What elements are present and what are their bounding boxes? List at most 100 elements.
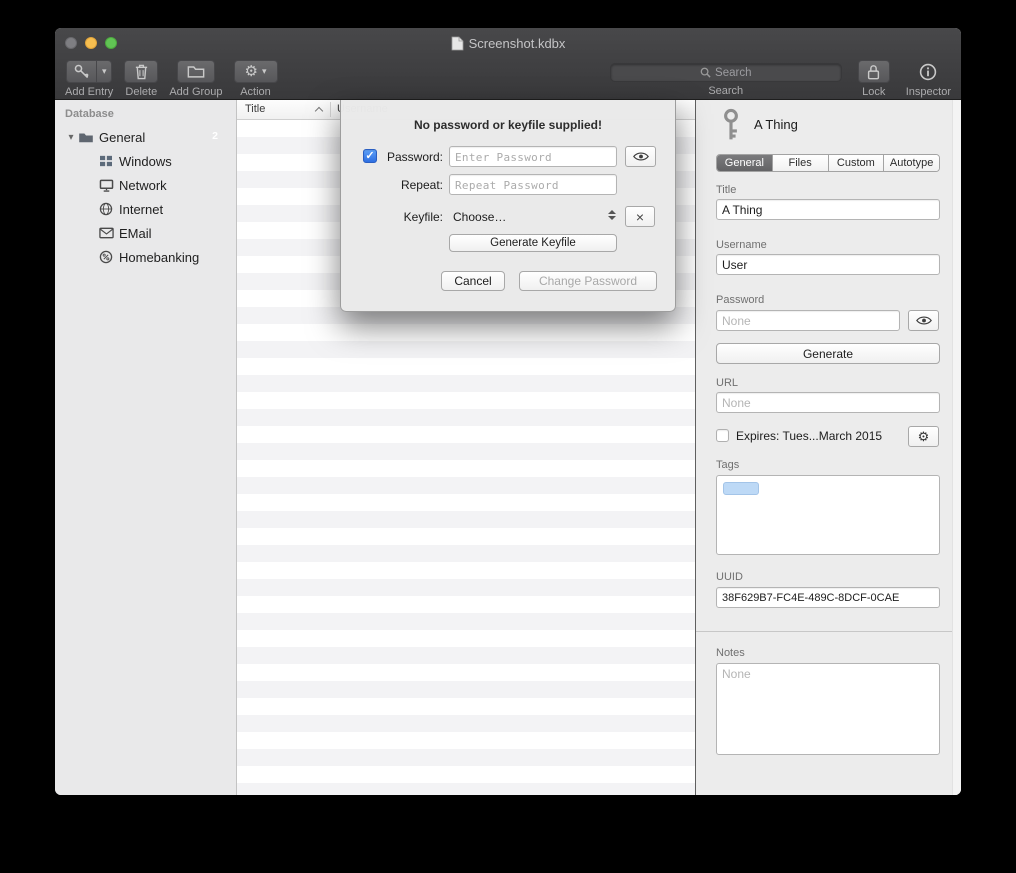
window-title: Screenshot.kdbx [469, 36, 566, 51]
inspector-item: Inspector [906, 60, 951, 98]
change-password-button[interactable]: Change Password [519, 271, 657, 291]
show-password-button[interactable] [625, 146, 656, 167]
sidebar-item-windows[interactable]: Windows [55, 150, 236, 172]
notes-field[interactable] [716, 663, 940, 755]
change-password-sheet: No password or keyfile supplied! ✓ Passw… [340, 100, 676, 312]
tab-autotype[interactable]: Autotype [884, 155, 939, 171]
inspector-divider [696, 631, 961, 632]
reveal-password-button[interactable] [908, 310, 939, 331]
lock-button[interactable] [858, 60, 890, 83]
lock-label: Lock [862, 86, 885, 98]
action-label: Action [240, 86, 271, 98]
password-field[interactable] [716, 310, 900, 331]
expires-checkbox[interactable]: ✓ [716, 429, 729, 442]
dialog-message: No password or keyfile supplied! [341, 118, 675, 132]
password-field-label: Password [716, 294, 764, 306]
add-entry-button[interactable]: ▾ [66, 60, 112, 83]
username-field[interactable] [716, 254, 940, 275]
chevron-down-icon: ▾ [102, 67, 107, 76]
group-badge: 2 [206, 129, 224, 144]
popup-stepper-icon[interactable] [607, 208, 616, 221]
window-chrome: Screenshot.kdbx ▾ Add Entry [55, 28, 961, 100]
sidebar-group-general[interactable]: ▾ General 2 [55, 126, 236, 148]
url-field[interactable] [716, 392, 940, 413]
notes-label: Notes [716, 647, 745, 659]
search-item: Search Search [610, 60, 842, 97]
toolbar-right: Search Search Lock Insp [610, 60, 951, 98]
entry-key-icon [716, 108, 746, 142]
column-header-title[interactable]: Title [245, 103, 265, 115]
generate-password-button[interactable]: Generate [716, 343, 940, 364]
inspector-scrollbar[interactable] [952, 100, 961, 795]
sidebar-item-label: Windows [119, 154, 172, 169]
tab-general[interactable]: General [717, 155, 773, 171]
expires-options-button[interactable]: ⚙ [908, 426, 939, 447]
sidebar-item-label: Network [119, 178, 167, 193]
add-entry-item: ▾ Add Entry [65, 60, 113, 98]
sidebar-item-network[interactable]: Network [55, 174, 236, 196]
action-button[interactable]: ⚙ ▾ [234, 60, 278, 83]
toolbar: ▾ Add Entry Delete Add Group [55, 58, 961, 100]
delete-button[interactable] [124, 60, 158, 83]
key-icon [67, 61, 96, 82]
uuid-field-label: UUID [716, 571, 743, 583]
sidebar-item-label: Homebanking [119, 250, 199, 265]
tab-custom[interactable]: Custom [829, 155, 885, 171]
lock-item: Lock [858, 60, 890, 98]
enter-password-input[interactable] [449, 146, 617, 167]
titlebar[interactable]: Screenshot.kdbx [55, 28, 961, 58]
tags-label: Tags [716, 459, 739, 471]
sidebar-item-internet[interactable]: Internet [55, 198, 236, 220]
coin-percent-icon [97, 250, 115, 264]
gear-icon: ⚙ [918, 430, 930, 443]
search-input[interactable]: Search [610, 63, 842, 82]
sidebar-item-label: Internet [119, 202, 163, 217]
info-circle-icon [919, 63, 937, 81]
network-icon [97, 179, 115, 192]
expires-label: Expires: Tues...March 2015 [736, 429, 882, 443]
generate-keyfile-button[interactable]: Generate Keyfile [449, 234, 617, 252]
tag-chip[interactable] [723, 482, 759, 495]
inspector-label: Inspector [906, 86, 951, 98]
sidebar: Database ▾ General 2 Windows [55, 100, 237, 795]
gear-icon: ⚙ [245, 64, 258, 79]
disclosure-triangle-icon[interactable]: ▾ [65, 132, 77, 143]
sort-ascending-icon [315, 107, 323, 115]
clear-keyfile-button[interactable]: × [625, 206, 655, 227]
document-icon [451, 36, 464, 51]
inspector-tabs: General Files Custom Autotype [716, 154, 940, 172]
sidebar-item-label: EMail [119, 226, 152, 241]
repeat-password-input[interactable] [449, 174, 617, 195]
app-window: Screenshot.kdbx ▾ Add Entry [55, 28, 961, 795]
delete-item: Delete [124, 60, 158, 98]
repeat-label: Repeat: [379, 178, 443, 192]
cancel-button[interactable]: Cancel [441, 271, 505, 291]
sidebar-item-homebanking[interactable]: Homebanking [55, 246, 236, 268]
uuid-field[interactable] [716, 587, 940, 608]
password-enable-checkbox[interactable]: ✓ [363, 149, 377, 163]
add-group-label: Add Group [169, 86, 222, 98]
add-entry-dropdown[interactable]: ▾ [96, 61, 111, 82]
add-entry-label: Add Entry [65, 86, 113, 98]
action-item: ⚙ ▾ Action [234, 60, 278, 98]
lock-icon [867, 64, 880, 80]
windows-icon [97, 155, 115, 167]
sidebar-item-email[interactable]: EMail [55, 222, 236, 244]
search-placeholder: Search [715, 67, 751, 79]
chevron-down-icon: ▾ [262, 67, 267, 76]
inspector-button[interactable] [912, 60, 944, 83]
checkmark-icon: ✓ [365, 151, 374, 162]
column-resize-handle[interactable] [330, 102, 331, 117]
title-field-label: Title [716, 184, 736, 196]
keyfile-popup[interactable]: Choose… [453, 210, 506, 224]
search-label: Search [708, 85, 743, 97]
title-field[interactable] [716, 199, 940, 220]
tags-box[interactable] [716, 475, 940, 555]
inspector-panel: A Thing General Files Custom Autotype Ti… [696, 100, 961, 795]
group-label: General [99, 130, 145, 145]
add-group-item: Add Group [169, 60, 222, 98]
tab-files[interactable]: Files [773, 155, 829, 171]
envelope-icon [97, 227, 115, 239]
keyfile-label: Keyfile: [379, 210, 443, 224]
add-group-button[interactable] [177, 60, 215, 83]
